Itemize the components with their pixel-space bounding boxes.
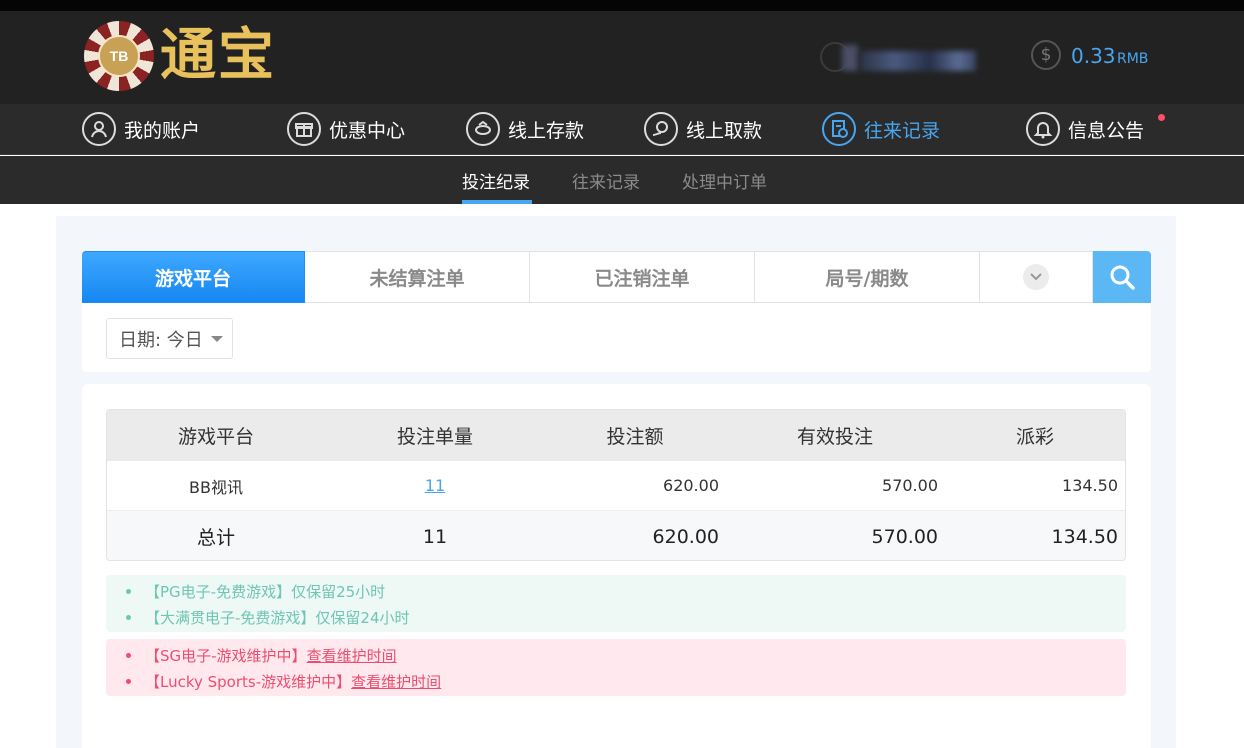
bullet-icon — [126, 615, 131, 620]
user-icon — [82, 112, 116, 146]
cell-valid-bets: 570.00 — [882, 476, 938, 495]
records-icon — [822, 112, 856, 146]
cell-platform: BB视讯 — [189, 477, 243, 497]
search-button[interactable] — [1093, 251, 1151, 303]
balance-amount: 0.33 — [1071, 44, 1116, 68]
total-valid-bets: 570.00 — [871, 525, 938, 548]
total-bet-count: 11 — [422, 525, 448, 548]
tab-unsettled-bets[interactable]: 未结算注单 — [305, 251, 530, 303]
nav-label: 优惠中心 — [329, 119, 406, 142]
info-notice-text: 【大满贯电子-免费游戏】仅保留24小时 — [145, 609, 410, 627]
view-maintenance-time-link[interactable]: 查看维护时间 — [351, 671, 441, 692]
nav-label: 往来记录 — [864, 119, 941, 142]
nav-item-promotions[interactable]: 优惠中心 — [287, 112, 405, 146]
nav-item-deposit[interactable]: 线上存款 — [466, 112, 584, 146]
nav-item-account[interactable]: 我的账户 — [82, 112, 200, 146]
info-notice: 【大满贯电子-免费游戏】仅保留24小时 — [126, 607, 410, 628]
notification-dot — [1158, 114, 1165, 121]
search-icon — [1110, 265, 1135, 290]
header-bet-count: 投注单量 — [396, 426, 473, 448]
cell-bet-amount: 620.00 — [663, 476, 719, 495]
tab-bet-records[interactable]: 投注纪录 — [462, 168, 530, 193]
view-maintenance-time-link[interactable]: 查看维护时间 — [307, 645, 397, 666]
nav-label: 信息公告 — [1068, 119, 1145, 142]
nav-item-announcements[interactable]: 信息公告 — [1026, 112, 1144, 146]
withdraw-icon — [644, 112, 678, 146]
header-valid-bets: 有效投注 — [796, 426, 873, 448]
maintenance-notice-box: 【SG电子-游戏维护中】 查看维护时间 【Lucky Sports-游戏维护中】… — [106, 639, 1126, 696]
logo-chip-icon[interactable]: TB — [84, 21, 154, 91]
blur-block — [842, 45, 858, 71]
bell-icon — [1026, 112, 1060, 146]
bullet-icon — [126, 679, 131, 684]
info-notice-box: 【PG电子-免费游戏】仅保留25小时 【大满贯电子-免费游戏】仅保留24小时 — [106, 575, 1126, 632]
nav-item-records[interactable]: 往来记录 — [822, 112, 940, 146]
balance-unit: RMB — [1117, 51, 1149, 67]
site-header: TB 通宝 $ 0.33 RMB — [0, 11, 1244, 104]
cell-payout: 134.50 — [1062, 476, 1118, 495]
date-filter-select[interactable]: 日期: 今日 — [106, 318, 233, 359]
logo-badge: TB — [98, 35, 140, 77]
user-account-blurred[interactable] — [820, 37, 978, 77]
main-nav: 我的账户 优惠中心 线上存款 线上取款 往来记录 信息公告 — [0, 104, 1244, 155]
cell-bet-count: 11 — [325, 461, 545, 510]
tab-transaction-records[interactable]: 往来记录 — [572, 168, 640, 193]
gift-icon — [287, 112, 321, 146]
info-notice-text: 【PG电子-免费游戏】仅保留25小时 — [145, 583, 386, 601]
header-payout: 派彩 — [1015, 426, 1054, 448]
maintenance-notice-text: 【SG电子-游戏维护中】 — [145, 647, 307, 665]
tab-round-number[interactable]: 局号/期数 — [755, 251, 980, 303]
nav-item-withdraw[interactable]: 线上取款 — [644, 112, 762, 146]
table-row: BB视讯 11 620.00 570.00 134.50 — [107, 461, 1125, 511]
tab-game-platform[interactable]: 游戏平台 — [82, 251, 305, 303]
caret-down-icon — [210, 335, 223, 342]
bullet-icon — [126, 589, 131, 594]
logo-title[interactable]: 通宝 — [160, 19, 276, 91]
header-platform: 游戏平台 — [177, 426, 254, 448]
header-bet-amount: 投注额 — [606, 426, 664, 448]
total-label: 总计 — [196, 527, 235, 549]
nav-label: 线上存款 — [508, 119, 585, 142]
bullet-icon — [126, 653, 131, 658]
filter-tabs: 游戏平台 未结算注单 已注销注单 局号/期数 — [82, 251, 1093, 303]
maintenance-notice-text: 【Lucky Sports-游戏维护中】 — [145, 673, 352, 691]
tab-pending-orders[interactable]: 处理中订单 — [682, 168, 767, 193]
total-payout: 134.50 — [1051, 525, 1118, 548]
active-tab-underline — [462, 200, 532, 204]
sub-nav: 投注纪录 往来记录 处理中订单 — [0, 156, 1244, 204]
table-total-row: 总计 11 620.00 570.00 134.50 — [107, 511, 1125, 560]
deposit-icon — [466, 112, 500, 146]
maintenance-notice: 【SG电子-游戏维护中】 查看维护时间 — [126, 645, 397, 666]
total-bet-amount: 620.00 — [652, 525, 719, 548]
chevron-down-icon — [1023, 264, 1049, 290]
tab-more-dropdown[interactable] — [980, 251, 1093, 303]
bet-count-link[interactable]: 11 — [425, 476, 445, 495]
maintenance-notice: 【Lucky Sports-游戏维护中】 查看维护时间 — [126, 671, 441, 692]
blur-block — [860, 51, 976, 71]
bet-summary-table: 游戏平台 投注单量 投注额 有效投注 派彩 BB视讯 11 620.00 570… — [106, 409, 1126, 561]
top-strip — [0, 0, 1244, 15]
tab-cancelled-bets[interactable]: 已注销注单 — [530, 251, 755, 303]
nav-label: 我的账户 — [124, 119, 201, 142]
nav-label: 线上取款 — [686, 119, 763, 142]
dollar-icon: $ — [1031, 40, 1061, 70]
date-filter-label: 日期: 今日 — [119, 329, 203, 351]
info-notice: 【PG电子-免费游戏】仅保留25小时 — [126, 581, 385, 602]
table-header-row: 游戏平台 投注单量 投注额 有效投注 派彩 — [107, 410, 1125, 461]
